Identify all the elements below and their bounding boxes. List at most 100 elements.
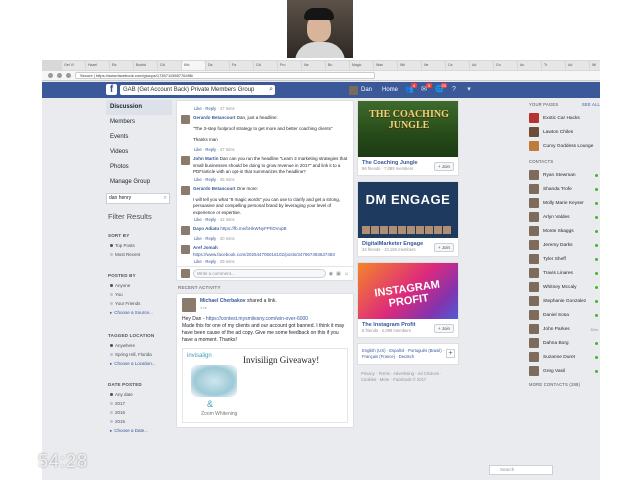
filter-option[interactable]: Any date (108, 390, 174, 399)
help-icon[interactable]: ? (450, 85, 458, 94)
chat-search-input[interactable]: Search (489, 465, 553, 475)
radio-button[interactable] (110, 302, 113, 305)
like-link[interactable]: Like (194, 177, 202, 182)
like-link[interactable]: Like (194, 236, 202, 241)
join-group-button[interactable]: + Join (433, 243, 454, 252)
comment-text[interactable]: https://fb.me/bHkWNyFPhDVupB (220, 226, 286, 231)
comment-time[interactable]: 47 mins (220, 106, 235, 111)
comment-time[interactable]: 47 mins (220, 147, 235, 152)
reply-link[interactable]: Reply (205, 217, 216, 222)
browser-tab[interactable]: Wan (374, 61, 397, 70)
group-cover-image[interactable]: THE COACHING JUNGLE (358, 101, 458, 157)
browser-tab[interactable]: GA (254, 61, 277, 70)
like-link[interactable]: Like (194, 217, 202, 222)
avatar[interactable] (181, 226, 190, 235)
browser-tab[interactable]: Mic (182, 61, 205, 70)
browser-tab[interactable]: Ca (446, 61, 469, 70)
browser-tab[interactable]: Bu (326, 61, 349, 70)
reply-link[interactable]: Reply (205, 106, 216, 111)
page-item[interactable]: Curvy Goddess Lounge (527, 139, 600, 153)
camera-icon[interactable]: ◉ (329, 271, 333, 277)
filter-option[interactable]: 2017 (108, 399, 174, 408)
avatar[interactable] (181, 115, 190, 124)
group-nav-item[interactable]: Discussion (106, 100, 172, 115)
home-link[interactable]: Home (382, 85, 398, 95)
filter-option[interactable]: ▸ Choose a Date... (108, 426, 174, 435)
contact-item[interactable]: Shanda Trofe (527, 182, 600, 196)
browser-tab[interactable]: GA (158, 61, 181, 70)
radio-button[interactable] (110, 244, 113, 247)
browser-tab[interactable]: Hazel (86, 61, 109, 70)
contact-item[interactable]: Dahna Borg (527, 336, 600, 350)
comment-author-link[interactable]: John Martin (193, 156, 219, 161)
contact-item[interactable]: Whitney Mccaly (527, 280, 600, 294)
join-group-button[interactable]: + Join (433, 324, 454, 333)
reply-link[interactable]: Reply (205, 147, 216, 152)
facebook-search-input[interactable]: GAB (Get Account Back) Private Members G… (120, 85, 275, 95)
radio-button[interactable] (110, 293, 113, 296)
filter-option[interactable]: Spring Hill, Florida (108, 350, 174, 359)
radio-button[interactable] (110, 353, 113, 356)
filter-option[interactable]: Anyone (108, 281, 174, 290)
avatar[interactable] (181, 245, 190, 254)
forward-icon[interactable] (57, 73, 62, 78)
group-nav-item[interactable]: Manage Group (106, 175, 172, 190)
comment-author-link[interactable]: Aref Jomah (193, 245, 218, 250)
search-icon[interactable]: ⌕ (269, 85, 273, 95)
comment-time[interactable]: 40 mins (220, 236, 235, 241)
group-nav-item[interactable]: Events (106, 130, 172, 145)
comment-time[interactable]: 29 mins (220, 259, 235, 264)
back-icon[interactable] (48, 73, 53, 78)
browser-tab[interactable]: Ne (422, 61, 445, 70)
browser-tab[interactable]: Da (206, 61, 229, 70)
group-nav-item[interactable]: Photos (106, 160, 172, 175)
reply-link[interactable]: Reply (205, 259, 216, 264)
radio-button[interactable] (110, 411, 113, 414)
like-link[interactable]: Like (194, 259, 202, 264)
url-input[interactable]: Secure | https://www.facebook.com/groups… (75, 72, 375, 79)
filter-option[interactable]: ▸ Choose a Location... (108, 359, 174, 368)
radio-button[interactable] (110, 402, 113, 405)
filter-option[interactable]: Top Posts (108, 241, 174, 250)
browser-tab[interactable]: Magic (350, 61, 373, 70)
comment-time[interactable]: 45 mins (220, 177, 235, 182)
browser-tab[interactable]: Wh (398, 61, 421, 70)
contact-item[interactable]: Stephanie Gonzalez (527, 294, 600, 308)
facebook-logo-icon[interactable]: f (106, 84, 117, 95)
browser-tab[interactable]: Wi (590, 61, 600, 70)
filter-option[interactable]: You (108, 290, 174, 299)
post-author-link[interactable]: Michael Cherbakov (200, 298, 246, 304)
browser-tab[interactable]: Bootst (134, 61, 157, 70)
filter-option[interactable]: Your Friends (108, 299, 174, 308)
group-cover-image[interactable]: INSTAGRAM PROFIT (358, 263, 458, 319)
contact-item[interactable]: Arlyn Valdes (527, 210, 600, 224)
contact-item[interactable]: Jeremy Darks (527, 238, 600, 252)
radio-button[interactable] (110, 284, 113, 287)
comment-author-link[interactable]: Dayo Adiatu (193, 226, 219, 231)
link-preview[interactable]: invisalign & Zoom Whitening Invisilign G… (182, 348, 348, 423)
contact-item[interactable]: Monte Skaggs (527, 224, 600, 238)
comment-text[interactable]: https://www.facebook.com/202544705016102… (193, 252, 335, 257)
radio-button[interactable] (110, 420, 113, 423)
group-nav-item[interactable]: Videos (106, 145, 172, 160)
filter-option[interactable]: ▸ Choose a Source... (108, 308, 174, 317)
contact-item[interactable]: Molly Marie Keyser (527, 196, 600, 210)
browser-tab[interactable]: Ad (566, 61, 589, 70)
comment-input[interactable]: Write a comment... (193, 269, 326, 278)
avatar[interactable] (181, 185, 190, 195)
friend-requests-icon[interactable]: 👥 4 (405, 83, 417, 94)
browser-tab[interactable]: Go (494, 61, 517, 70)
post-link[interactable]: https://contest.mysmilesny.com/win-over-… (206, 316, 308, 322)
post-timestamp[interactable]: 1 hr (200, 305, 277, 310)
gif-icon[interactable]: ▣ (336, 271, 341, 277)
group-nav-item[interactable]: Members (106, 115, 172, 130)
browser-tab[interactable]: Fa (230, 61, 253, 70)
browser-tab[interactable]: Na (302, 61, 325, 70)
contact-item[interactable]: Greg Vasil (527, 364, 600, 378)
radio-button[interactable] (110, 253, 113, 256)
add-language-button[interactable]: + (446, 349, 455, 358)
comment-author-link[interactable]: Gerardo Betancourt (193, 186, 236, 191)
contact-item[interactable]: John Parkes 30m (527, 322, 600, 336)
filter-option[interactable]: Most Recent (108, 250, 174, 259)
radio-button[interactable] (110, 344, 113, 347)
